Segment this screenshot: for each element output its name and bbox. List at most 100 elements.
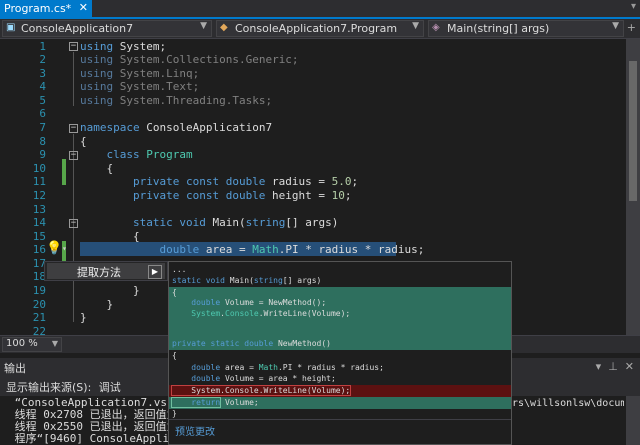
chevron-right-icon[interactable]: ▶: [148, 265, 162, 279]
class-icon: ◆: [220, 22, 228, 33]
class-dropdown-label: ConsoleApplication7.Program: [235, 22, 398, 35]
preview-added-line: System.Console.WriteLine(Volume);: [169, 308, 511, 320]
keyword: using: [80, 94, 114, 107]
member-dropdown-label: Main(string[] args): [447, 22, 550, 35]
type-name: System: [172, 309, 221, 318]
code-text: Main(: [205, 216, 246, 229]
code-text: {: [172, 288, 177, 297]
code-line-14: static void Main(string[] args): [80, 216, 338, 229]
code-text: [] args): [282, 276, 322, 285]
chevron-down-icon: ▼: [612, 21, 619, 31]
code-line-3: using System.Linq;: [80, 67, 199, 80]
collapse-icon[interactable]: −: [69, 42, 78, 51]
output-title: 输出: [4, 362, 26, 375]
tab-overflow-icon[interactable]: ▾: [631, 1, 636, 12]
line-number: 3: [39, 67, 46, 80]
code-text: ;: [351, 175, 359, 188]
keyword: class: [80, 148, 140, 161]
zoom-value: 100 %: [6, 338, 38, 349]
code-text: System.Text;: [113, 80, 200, 93]
code-text: ConsoleApplication7: [139, 121, 273, 134]
class-dropdown[interactable]: ◆ ConsoleApplication7.Program ▼: [216, 20, 424, 37]
collapse-icon[interactable]: −: [69, 124, 78, 133]
line-number: 17: [32, 257, 46, 270]
split-editor-icon[interactable]: +: [627, 21, 636, 34]
keyword: using: [80, 40, 114, 53]
tab-program-cs[interactable]: Program.cs* ✕: [0, 0, 92, 17]
code-text: .PI * radius * radius;: [277, 363, 384, 372]
code-line-16: double area = Math.PI * radius * radius;: [80, 243, 424, 256]
pin-icon[interactable]: ⊥: [608, 360, 618, 373]
code-line-19: }: [80, 284, 140, 297]
output-vertical-scrollbar[interactable]: [626, 396, 640, 445]
code-text: Volume = area * height;: [220, 374, 336, 383]
chevron-down-icon: ▼: [200, 21, 207, 31]
method-icon: ◈: [432, 22, 440, 33]
number-literal: 5.0: [331, 175, 352, 188]
editor-vertical-scrollbar[interactable]: [626, 39, 640, 335]
code-line-7: namespace ConsoleApplication7: [80, 121, 272, 134]
scrollbar-thumb[interactable]: [629, 61, 637, 201]
document-tab-strip: Program.cs* ✕ ▾: [0, 0, 640, 19]
panel-buttons: ▾ ⊥ ✕: [596, 360, 634, 373]
code-text: area =: [199, 243, 253, 256]
type-name: Console: [225, 309, 259, 318]
code-line-1: using System;: [80, 40, 166, 53]
code-text: Volume;: [220, 398, 259, 407]
navigation-bar: ▣ ConsoleApplication7 ▼ ◆ ConsoleApplica…: [0, 19, 640, 39]
line-number: 19: [32, 284, 46, 297]
window-position-icon[interactable]: ▾: [596, 360, 602, 373]
code-text: System.Linq;: [113, 67, 200, 80]
line-number: 4: [39, 80, 46, 93]
number-literal: 10: [331, 189, 345, 202]
code-text: Volume = NewMethod();: [220, 298, 327, 307]
code-line-2: using System.Collections.Generic;: [80, 53, 299, 66]
zoom-dropdown[interactable]: 100 % ▼: [2, 337, 62, 352]
chevron-down-icon: ▼: [412, 21, 419, 31]
code-text: System.Threading.Tasks;: [113, 94, 273, 107]
code-line-11: private const double radius = 5.0;: [80, 175, 358, 188]
code-line-9: class Program: [80, 148, 193, 161]
quick-actions-menu: 提取方法 ▶: [44, 261, 168, 281]
code-text: .WriteLine(Volume);: [258, 309, 351, 318]
extract-method-item[interactable]: 提取方法 ▶: [47, 263, 165, 279]
line-number: 11: [32, 175, 46, 188]
close-icon[interactable]: ✕: [625, 360, 634, 373]
line-number: 6: [39, 107, 46, 120]
code-text: {: [172, 351, 177, 360]
chevron-down-icon: ▼: [51, 339, 58, 348]
line-number: 7: [39, 121, 46, 134]
project-dropdown[interactable]: ▣ ConsoleApplication7 ▼: [2, 20, 212, 37]
code-text: System.Console.WriteLine(Volume);: [170, 385, 352, 396]
change-marker: [62, 159, 66, 185]
collapse-icon[interactable]: −: [69, 219, 78, 228]
code-line-20: }: [80, 298, 114, 311]
keyword: private const double: [80, 189, 266, 202]
code-text: Main(: [224, 276, 254, 285]
lightbulb-icon[interactable]: 💡: [46, 241, 62, 256]
code-line-12: private const double height = 10;: [80, 189, 352, 202]
chevron-down-icon[interactable]: ▾: [62, 244, 67, 253]
collapse-icon[interactable]: −: [69, 151, 78, 160]
project-dropdown-label: ConsoleApplication7: [21, 22, 134, 35]
keyword: private static double: [172, 339, 274, 348]
type-name: Program: [139, 148, 193, 161]
line-number: 20: [32, 298, 46, 311]
member-dropdown[interactable]: ◈ Main(string[] args) ▼: [428, 20, 624, 37]
keyword: double: [172, 374, 221, 383]
preview-line: {: [169, 350, 511, 362]
output-source-dropdown[interactable]: 调试: [99, 381, 121, 394]
line-number: 5: [39, 94, 46, 107]
keyword: namespace: [80, 121, 140, 134]
fold-guide: [73, 134, 74, 322]
code-line-8: {: [80, 135, 87, 148]
line-number: 22: [32, 325, 46, 335]
keyword: double: [80, 243, 200, 256]
line-number: 14: [32, 216, 46, 229]
preview-changes-link[interactable]: 预览更改: [175, 423, 215, 438]
line-number: 12: [32, 189, 46, 202]
keyword: return: [170, 397, 222, 408]
extract-method-label: 提取方法: [77, 266, 121, 279]
close-tab-icon[interactable]: ✕: [79, 1, 88, 14]
line-number: 13: [32, 203, 46, 216]
